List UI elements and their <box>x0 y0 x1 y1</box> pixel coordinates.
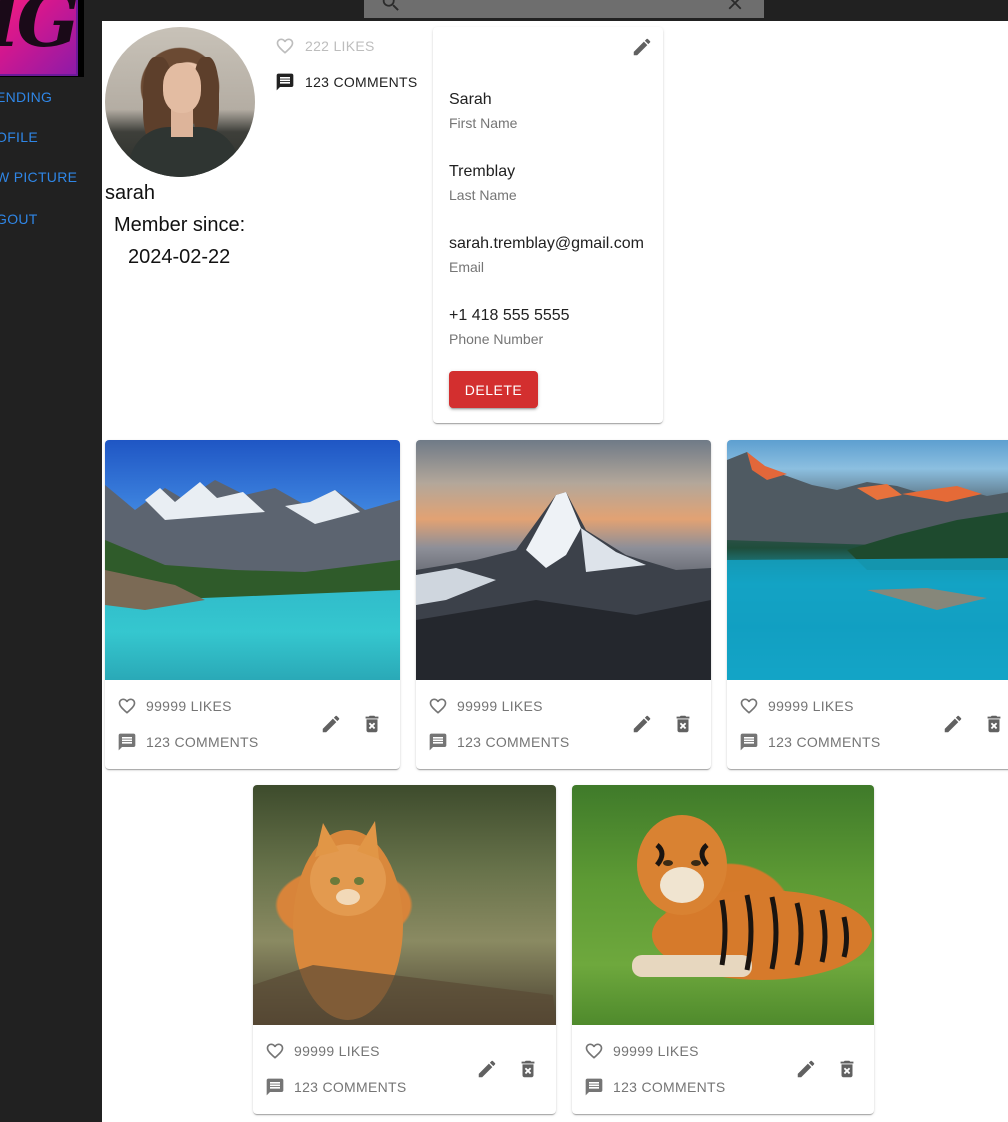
picture-likes: 99999 LIKES <box>739 696 854 716</box>
delete-icon[interactable] <box>672 713 694 735</box>
member-since-label: Member since: <box>114 214 246 236</box>
last-name-label: Last Name <box>449 187 517 203</box>
search-input[interactable] <box>364 0 764 18</box>
first-name-value: Sarah <box>449 91 492 108</box>
delete-icon[interactable] <box>361 713 383 735</box>
picture-likes-label: 99999 LIKES <box>294 1043 380 1059</box>
nav-item-trending[interactable]: ENDING <box>0 89 102 105</box>
picture-card: 99999 LIKES 123 COMMENTS <box>416 440 711 769</box>
picture-likes-label: 99999 LIKES <box>613 1043 699 1059</box>
delete-icon[interactable] <box>517 1058 539 1080</box>
picture-comments: 123 COMMENTS <box>117 732 259 752</box>
picture-comments: 123 COMMENTS <box>739 732 881 752</box>
sidebar: IG ENDING OFILE W PICTURE GOUT <box>0 0 102 1122</box>
picture-comments-label: 123 COMMENTS <box>457 734 570 750</box>
edit-icon[interactable] <box>631 713 653 735</box>
app-root: IG ENDING OFILE W PICTURE GOUT sarah Mem… <box>0 0 1008 1122</box>
member-since-date: 2024-02-22 <box>128 246 231 268</box>
picture-image[interactable] <box>253 785 556 1025</box>
picture-comments-label: 123 COMMENTS <box>294 1079 407 1095</box>
comment-icon[interactable] <box>428 732 448 752</box>
heart-outline-icon[interactable] <box>117 696 137 716</box>
heart-outline-icon[interactable] <box>739 696 759 716</box>
profile-username: sarah <box>105 182 156 204</box>
logo-text: IG <box>0 0 76 64</box>
avatar <box>105 27 255 177</box>
email-value: sarah.tremblay@gmail.com <box>449 235 644 252</box>
picture-comments: 123 COMMENTS <box>428 732 570 752</box>
comment-icon[interactable] <box>265 1077 285 1097</box>
edit-icon[interactable] <box>795 1058 817 1080</box>
comment-icon[interactable] <box>739 732 759 752</box>
picture-likes-label: 99999 LIKES <box>768 698 854 714</box>
profile-likes: 222 LIKES <box>275 36 375 56</box>
edit-icon[interactable] <box>476 1058 498 1080</box>
picture-likes-label: 99999 LIKES <box>146 698 232 714</box>
picture-card: 99999 LIKES 123 COMMENTS <box>572 785 874 1114</box>
nav-item-profile[interactable]: OFILE <box>0 129 102 145</box>
profile-comments: 123 COMMENTS <box>275 72 418 92</box>
picture-comments: 123 COMMENTS <box>265 1077 407 1097</box>
picture-card: 99999 LIKES 123 COMMENTS <box>105 440 400 769</box>
comment-icon <box>276 73 294 91</box>
picture-image[interactable] <box>572 785 874 1025</box>
nav-item-logout[interactable]: GOUT <box>0 211 102 227</box>
picture-image[interactable] <box>416 440 711 680</box>
heart-outline-icon[interactable] <box>584 1041 604 1061</box>
comment-icon[interactable] <box>117 732 137 752</box>
user-info-card: Sarah First Name Tremblay Last Name sara… <box>433 27 663 423</box>
picture-card: 99999 LIKES 123 COMMENTS <box>253 785 556 1114</box>
picture-likes: 99999 LIKES <box>265 1041 380 1061</box>
picture-likes-label: 99999 LIKES <box>457 698 543 714</box>
top-bar <box>102 0 1008 21</box>
picture-card: 99999 LIKES 123 COMMENTS <box>727 440 1008 769</box>
profile-comments-label: 123 COMMENTS <box>305 74 418 90</box>
last-name-value: Tremblay <box>449 163 516 180</box>
app-logo[interactable]: IG <box>0 0 84 77</box>
delete-icon[interactable] <box>836 1058 858 1080</box>
delete-icon[interactable] <box>983 713 1005 735</box>
profile-likes-label: 222 LIKES <box>305 38 375 54</box>
picture-image[interactable] <box>105 440 400 680</box>
edit-icon[interactable] <box>631 36 653 58</box>
phone-label: Phone Number <box>449 331 544 347</box>
first-name-label: First Name <box>449 115 518 131</box>
delete-account-button[interactable]: DELETE <box>449 371 538 408</box>
picture-comments-label: 123 COMMENTS <box>146 734 259 750</box>
edit-icon[interactable] <box>320 713 342 735</box>
picture-likes: 99999 LIKES <box>428 696 543 716</box>
picture-comments-label: 123 COMMENTS <box>613 1079 726 1095</box>
heart-outline-icon <box>276 38 294 54</box>
picture-likes: 99999 LIKES <box>117 696 232 716</box>
picture-image[interactable] <box>727 440 1008 680</box>
picture-likes: 99999 LIKES <box>584 1041 699 1061</box>
email-label: Email <box>449 259 485 275</box>
phone-value: +1 418 555 5555 <box>449 307 570 324</box>
close-icon[interactable] <box>724 0 746 14</box>
picture-comments-label: 123 COMMENTS <box>768 734 881 750</box>
edit-icon[interactable] <box>942 713 964 735</box>
heart-outline-icon[interactable] <box>265 1041 285 1061</box>
picture-comments: 123 COMMENTS <box>584 1077 726 1097</box>
comment-icon[interactable] <box>584 1077 604 1097</box>
heart-outline-icon[interactable] <box>428 696 448 716</box>
search-icon <box>382 0 399 11</box>
nav-item-new-picture[interactable]: W PICTURE <box>0 169 102 185</box>
